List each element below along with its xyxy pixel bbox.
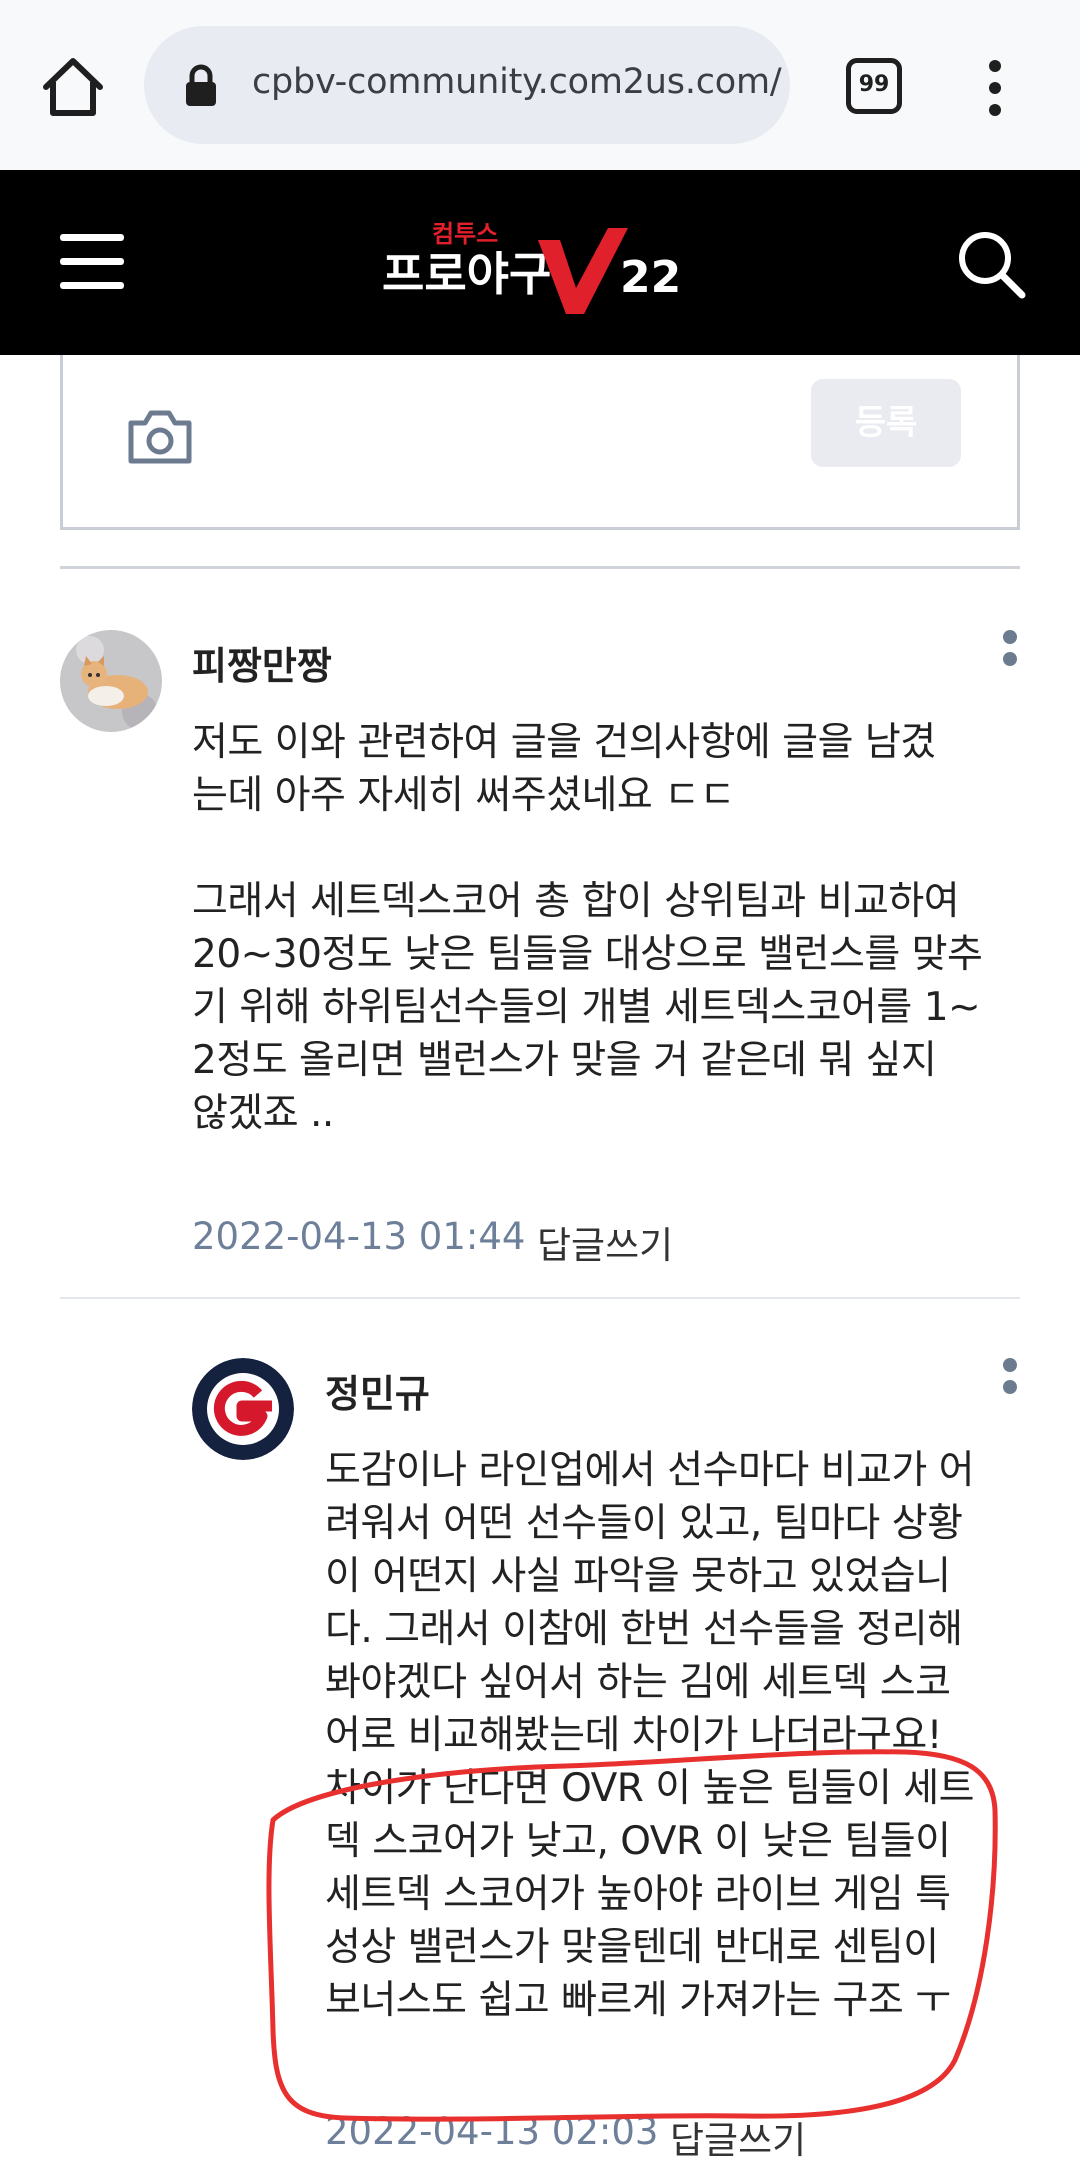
comment-timestamp: 2022-04-13 01:44	[192, 1215, 526, 1258]
logo-number: 22	[620, 252, 681, 303]
avatar[interactable]	[60, 630, 162, 732]
browser-menu-icon[interactable]	[980, 58, 1010, 118]
divider	[60, 566, 1020, 569]
more-options-icon[interactable]	[999, 630, 1021, 684]
hamburger-menu-icon[interactable]	[60, 232, 124, 290]
more-options-icon[interactable]	[999, 1358, 1021, 1412]
logo-v-mark	[538, 228, 628, 314]
submit-button[interactable]: 등록	[811, 379, 961, 467]
comment-author: 정민규	[325, 1372, 430, 1416]
comment-body: 도감이나 라인업에서 선수마다 비교가 어 려워서 어떤 선수들이 있고, 팀마…	[325, 1448, 975, 2023]
logo-sub-text: 컴투스	[432, 220, 498, 248]
avatar[interactable]	[192, 1358, 294, 1460]
comment-input-box[interactable]: 등록	[60, 355, 1020, 530]
search-icon[interactable]	[955, 228, 1027, 300]
camera-icon[interactable]	[125, 405, 195, 467]
address-bar[interactable]: cpbv-community.com2us.com/	[144, 26, 790, 144]
comment-timestamp: 2022-04-13 02:03	[325, 2110, 659, 2153]
logo-main-text: 프로야구	[382, 247, 551, 301]
comment-author: 피짱만짱	[192, 644, 332, 688]
tab-switcher-button[interactable]: 99	[846, 58, 902, 114]
browser-toolbar: cpbv-community.com2us.com/ 99	[0, 0, 1080, 170]
lock-icon	[184, 64, 218, 108]
home-icon[interactable]	[38, 55, 108, 120]
reply-button[interactable]: 답글쓰기	[537, 1215, 673, 1269]
site-logo[interactable]: 컴투스 프로야구 22	[370, 210, 710, 320]
url-text: cpbv-community.com2us.com/	[252, 62, 782, 102]
site-header: 컴투스 프로야구 22	[0, 170, 1080, 355]
divider	[60, 1297, 1020, 1299]
reply-button[interactable]: 답글쓰기	[670, 2110, 806, 2164]
comment-body: 저도 이와 관련하여 글을 건의사항에 글을 남겼 는데 아주 자세히 써주셨네…	[192, 720, 983, 1136]
